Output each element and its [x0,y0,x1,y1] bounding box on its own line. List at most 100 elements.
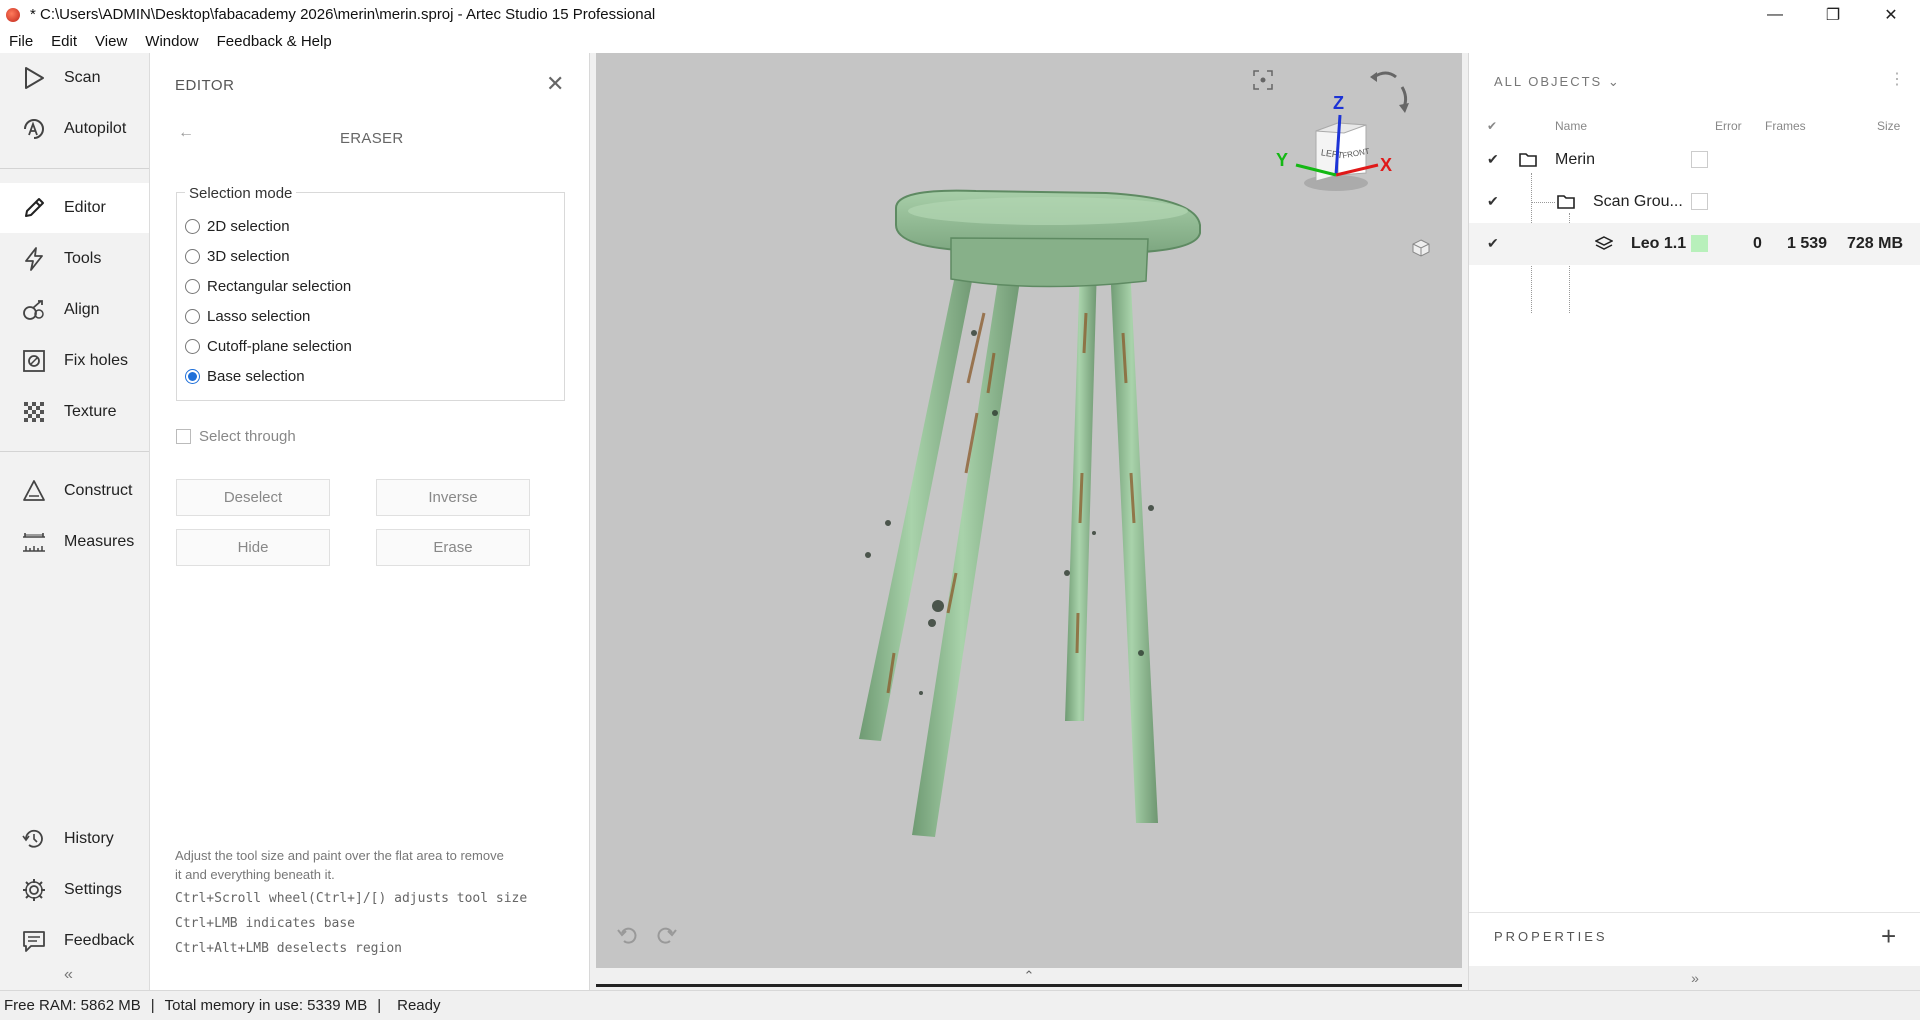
nav-label: Texture [64,403,117,420]
texture-icon [20,398,48,426]
radio-label: 2D selection [207,218,290,235]
radio-button[interactable] [185,279,200,294]
radio-button[interactable] [185,309,200,324]
minimize-button[interactable]: — [1746,0,1804,29]
properties-section[interactable]: PROPERTIES + [1469,912,1920,960]
radio-button[interactable] [185,339,200,354]
title-bar: * C:\Users\ADMIN\Desktop\fabacademy 2026… [0,0,1920,29]
gear-icon [20,876,48,904]
history-icon [20,825,48,853]
axis-label-z: Z [1333,93,1344,113]
radio-rectangular-selection[interactable]: Rectangular selection [185,278,351,295]
object-row-scan-group[interactable]: ✔ Scan Grou... [1469,181,1920,223]
radio-2d-selection[interactable]: 2D selection [185,218,290,235]
select-through-label: Select through [199,428,296,445]
orientation-cube[interactable]: LEFT FRONT Z X Y [1276,93,1406,203]
shortcut-hint: Ctrl+Alt+LMB deselects region [175,941,402,956]
object-row-merin[interactable]: ✔ Merin [1469,139,1920,181]
color-swatch[interactable] [1691,235,1708,252]
nav-item-settings[interactable]: Settings [0,865,149,915]
menu-file[interactable]: File [9,33,33,50]
collapse-nav-button[interactable]: « [64,966,73,984]
status-bar: Free RAM: 5862 MB | Total memory in use:… [0,990,1920,1020]
erase-button[interactable]: Erase [376,529,530,566]
nav-item-align[interactable]: Align [0,285,149,335]
checkbox[interactable] [176,429,191,444]
add-icon[interactable]: + [1881,921,1896,952]
nav-item-feedback[interactable]: Feedback [0,916,149,966]
help-text-line: it and everything beneath it. [175,867,335,882]
close-window-button[interactable]: ✕ [1862,0,1920,29]
nav-item-scan[interactable]: Scan [0,53,149,103]
nav-item-texture[interactable]: Texture [0,387,149,437]
stool-seat [895,189,1201,288]
chevron-down-icon: ⌄ [1607,74,1621,89]
window-title: * C:\Users\ADMIN\Desktop\fabacademy 2026… [30,6,656,23]
editor-panel: EDITOR ✕ ← ERASER Selection mode 2D sele… [150,53,590,990]
artec-app-icon [6,7,20,22]
undo-icon[interactable] [616,923,640,947]
check-column-icon[interactable]: ✔ [1487,119,1497,133]
3d-viewport[interactable]: LEFT FRONT Z X Y [596,53,1462,968]
radio-3d-selection[interactable]: 3D selection [185,248,290,265]
nav-item-construct[interactable]: Construct [0,466,149,516]
fix-holes-icon [20,347,48,375]
free-ram-status: Free RAM: 5862 MB [4,997,141,1014]
column-size[interactable]: Size [1877,119,1900,133]
menu-edit[interactable]: Edit [51,33,77,50]
close-icon[interactable]: ✕ [546,71,564,97]
nav-item-fix-holes[interactable]: Fix holes [0,336,149,386]
nav-item-autopilot[interactable]: Autopilot [0,104,149,154]
color-swatch[interactable] [1691,193,1708,210]
axis-label-y: Y [1276,150,1288,170]
column-name[interactable]: Name [1555,119,1587,133]
lightning-icon [20,245,48,273]
back-arrow-icon[interactable]: ← [178,124,194,142]
object-size: 728 MB [1847,235,1904,252]
radio-base-selection[interactable]: Base selection [185,368,305,385]
nav-item-editor[interactable]: Editor [0,183,149,233]
column-error[interactable]: Error [1715,119,1742,133]
visibility-check[interactable]: ✔ [1487,151,1499,168]
radio-cutoff-plane-selection[interactable]: Cutoff-plane selection [185,338,352,355]
view-mode-cube-icon[interactable] [1411,238,1431,258]
radio-label: Base selection [207,368,305,385]
menu-feedback-help[interactable]: Feedback & Help [217,33,332,50]
nav-divider [0,451,149,452]
radio-label: Lasso selection [207,308,311,325]
visibility-check[interactable]: ✔ [1487,193,1499,210]
select-through-checkbox[interactable]: Select through [176,428,296,445]
radio-lasso-selection[interactable]: Lasso selection [185,308,310,325]
more-options-icon[interactable]: ⋮ [1889,69,1905,89]
object-frames: 1 539 [1787,235,1828,252]
menu-window[interactable]: Window [145,33,198,50]
redo-icon[interactable] [654,923,678,947]
radio-button[interactable] [185,219,200,234]
deselect-button[interactable]: Deselect [176,479,330,516]
nav-label: Construct [64,482,133,499]
all-objects-dropdown[interactable]: ALL OBJECTS ⌄ [1494,74,1621,90]
maximize-button[interactable]: ❐ [1804,0,1862,29]
column-frames[interactable]: Frames [1765,119,1806,133]
nav-item-tools[interactable]: Tools [0,234,149,284]
nav-item-measures[interactable]: Measures [0,517,149,567]
nav-label: Settings [64,881,122,898]
color-swatch[interactable] [1691,151,1708,168]
status-separator: | [377,997,382,1014]
nav-item-history[interactable]: History [0,814,149,864]
feedback-icon [20,927,48,955]
radio-button[interactable] [185,249,200,264]
expand-panel-button[interactable]: » [1469,966,1920,990]
inverse-button[interactable]: Inverse [376,479,530,516]
radio-button-selected[interactable] [185,369,200,384]
menu-view[interactable]: View [95,33,127,50]
pencil-icon [20,194,48,222]
fit-view-icon[interactable] [1252,69,1274,91]
visibility-check[interactable]: ✔ [1487,235,1499,252]
axis-label-x: X [1380,155,1392,175]
hide-button[interactable]: Hide [176,529,330,566]
object-name: Leo 1.1 [1631,235,1687,252]
viewport-expand-button[interactable]: ⌃ [596,968,1462,984]
object-row-leo[interactable]: ✔ Leo 1.1 0 1 539 728 MB [1469,223,1920,265]
stool-leg [1110,265,1158,823]
